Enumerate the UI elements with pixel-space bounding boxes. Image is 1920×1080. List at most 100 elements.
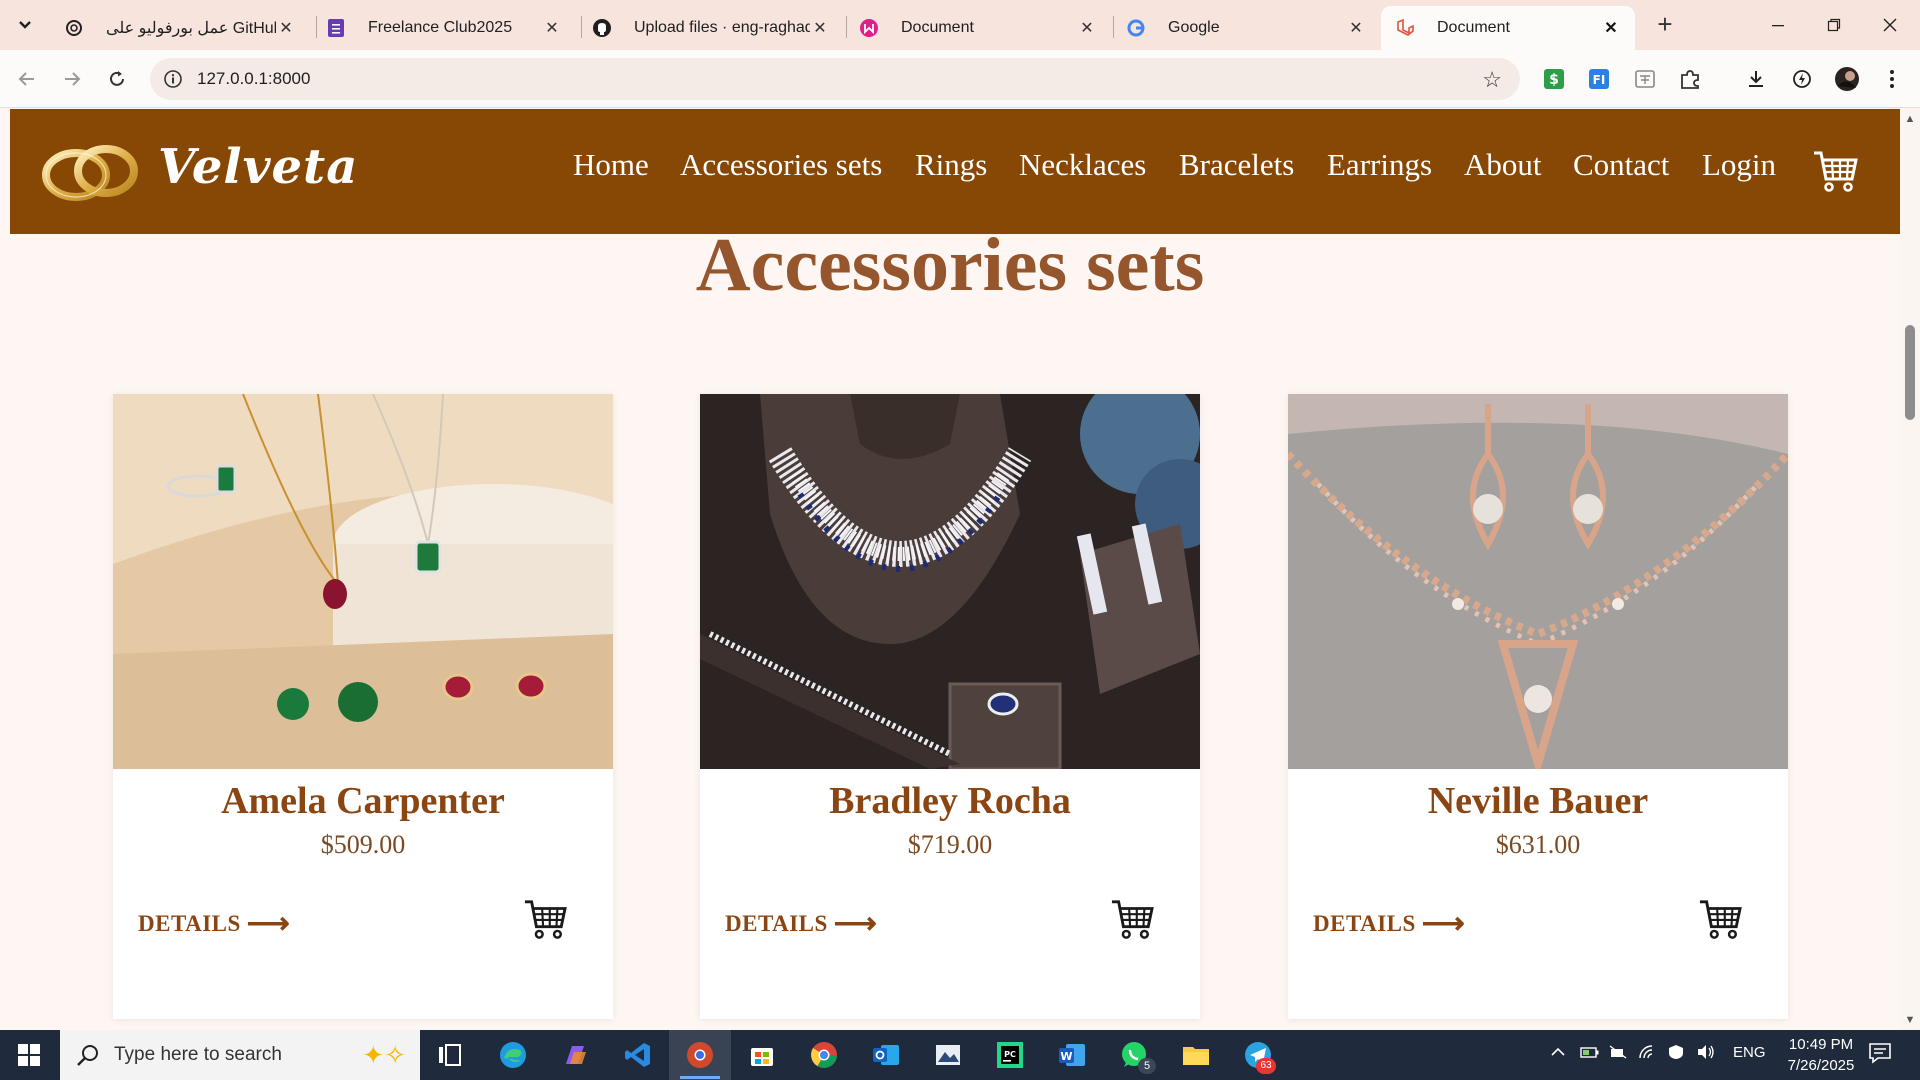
telegram-badge: 63 (1256, 1058, 1276, 1074)
copilot-icon[interactable] (557, 1038, 593, 1072)
windows-logo-icon (18, 1044, 40, 1066)
forward-button[interactable] (57, 64, 87, 94)
brand-name[interactable]: Velveta (158, 139, 358, 195)
page-scrollbar[interactable]: ▲ ▼ (1900, 109, 1920, 1030)
product-card: Bradley Rocha $719.00 DETAILS ⟶ (700, 394, 1200, 1019)
url-text: 127.0.0.1:8000 (197, 69, 311, 88)
chatgpt-icon (64, 18, 84, 38)
cart-icon[interactable] (1812, 149, 1858, 193)
close-tab-icon[interactable]: ✕ (542, 18, 562, 38)
extensions-puzzle-icon[interactable] (1677, 66, 1703, 92)
browser-tab[interactable]: Google ✕ (1112, 6, 1380, 50)
close-tab-icon[interactable]: ✕ (1346, 18, 1366, 38)
nav-bracelets[interactable]: Bracelets (1179, 147, 1294, 183)
bookmark-star-icon[interactable]: ☆ (1482, 67, 1502, 93)
browser-tab[interactable]: Freelance Club2025 ✕ (312, 6, 576, 50)
arrow-right-icon: ⟶ (246, 907, 291, 940)
edge-icon[interactable] (495, 1038, 531, 1072)
minimize-icon (1772, 25, 1784, 27)
browser-tab[interactable]: عمل بورفوليو على GitHub ✕ (50, 6, 310, 50)
wedding-rings-logo-icon[interactable] (40, 135, 140, 205)
restore-button[interactable] (1806, 0, 1862, 50)
nav-login[interactable]: Login (1702, 147, 1776, 183)
clock-time: 10:49 PM (1788, 1036, 1854, 1053)
nav-rings[interactable]: Rings (915, 147, 987, 183)
extension-money-icon[interactable]: $ (1541, 66, 1567, 92)
language-indicator[interactable]: ENG (1733, 1044, 1766, 1061)
clock-date: 7/26/2025 (1787, 1057, 1855, 1074)
pycharm-icon[interactable]: PC (992, 1038, 1028, 1072)
word-icon[interactable]: W (1054, 1038, 1090, 1072)
profile-avatar[interactable] (1834, 66, 1860, 92)
details-label: DETAILS (725, 911, 828, 936)
back-button[interactable] (12, 64, 42, 94)
security-shield-icon[interactable] (1666, 1044, 1686, 1064)
product-name: Amela Carpenter (221, 780, 505, 822)
nav-contact[interactable]: Contact (1573, 147, 1669, 183)
product-image-sapphire-set[interactable] (700, 394, 1200, 769)
volume-icon[interactable] (1696, 1044, 1716, 1064)
browser-menu-icon[interactable] (1879, 66, 1905, 92)
product-image-rose-gold-set[interactable] (1288, 394, 1788, 769)
new-tab-button[interactable]: + (1650, 10, 1680, 40)
scroll-down-arrow-icon[interactable]: ▼ (1904, 1014, 1916, 1026)
details-label: DETAILS (1313, 911, 1416, 936)
outlook-icon[interactable] (868, 1038, 904, 1072)
nav-accessories-sets[interactable]: Accessories sets (680, 147, 882, 183)
taskbar-search-box[interactable]: Type here to search ✦✧ (60, 1030, 420, 1080)
add-to-cart-icon[interactable] (1110, 898, 1154, 940)
battery-icon[interactable] (1580, 1044, 1600, 1064)
task-view-icon[interactable] (432, 1038, 468, 1072)
product-image-emerald-ruby-set[interactable] (113, 394, 613, 769)
close-tab-icon[interactable]: ✕ (1601, 18, 1621, 38)
search-icon (77, 1045, 98, 1066)
chrome-dev-icon[interactable] (682, 1038, 718, 1072)
close-tab-icon[interactable]: ✕ (276, 18, 296, 38)
nav-home[interactable]: Home (573, 147, 649, 183)
details-link[interactable]: DETAILS ⟶ (138, 904, 291, 940)
scroll-up-arrow-icon[interactable]: ▲ (1904, 113, 1916, 125)
nav-necklaces[interactable]: Necklaces (1019, 147, 1146, 183)
arrow-right-icon: ⟶ (1421, 907, 1466, 940)
network-off-icon[interactable] (1608, 1044, 1628, 1064)
address-bar[interactable]: 127.0.0.1:8000 ☆ (150, 58, 1520, 100)
tab-title: Freelance Club2025 (368, 19, 513, 36)
browser-tab-active[interactable]: Document ✕ (1381, 6, 1635, 50)
details-link[interactable]: DETAILS ⟶ (1313, 904, 1466, 940)
forms-icon (326, 18, 346, 38)
close-tab-icon[interactable]: ✕ (1077, 18, 1097, 38)
section-title: Accessories sets (695, 223, 1205, 307)
vscode-icon[interactable] (620, 1038, 656, 1072)
product-card: Neville Bauer $631.00 DETAILS ⟶ (1288, 394, 1788, 1019)
notifications-icon[interactable] (1868, 1042, 1892, 1068)
extension-fi-icon[interactable]: FI (1586, 66, 1612, 92)
file-explorer-icon[interactable] (1178, 1038, 1214, 1072)
details-link[interactable]: DETAILS ⟶ (725, 904, 877, 940)
site-info-icon[interactable] (163, 69, 183, 89)
photos-icon[interactable] (930, 1038, 966, 1072)
scrollbar-thumb[interactable] (1905, 325, 1915, 420)
taskbar-clock[interactable]: 10:49 PM 7/26/2025 (1776, 1034, 1866, 1076)
add-to-cart-icon[interactable] (1698, 898, 1742, 940)
browser-tab[interactable]: Upload files · eng-raghads ✕ (578, 6, 844, 50)
tab-search-button[interactable] (9, 10, 41, 40)
laravel-icon (1395, 18, 1415, 38)
reload-button[interactable] (102, 64, 132, 94)
close-window-button[interactable] (1862, 0, 1918, 50)
tab-title: Upload files · eng-raghads (634, 19, 810, 36)
extension-translate-icon[interactable] (1632, 66, 1658, 92)
start-button[interactable] (0, 1030, 58, 1080)
download-icon[interactable] (1743, 66, 1769, 92)
performance-icon[interactable] (1789, 66, 1815, 92)
microsoft-store-icon[interactable] (744, 1038, 780, 1072)
close-tab-icon[interactable]: ✕ (810, 18, 830, 38)
wifi-icon[interactable] (1638, 1044, 1658, 1064)
add-to-cart-icon[interactable] (523, 898, 567, 940)
chrome-icon[interactable] (806, 1038, 842, 1072)
browser-tab[interactable]: Document ✕ (845, 6, 1111, 50)
show-hidden-icons-chevron-icon[interactable] (1550, 1044, 1566, 1064)
minimize-button[interactable] (1750, 0, 1806, 50)
nav-earrings[interactable]: Earrings (1327, 147, 1432, 183)
product-price: $631.00 (1495, 830, 1581, 859)
nav-about[interactable]: About (1464, 147, 1542, 183)
